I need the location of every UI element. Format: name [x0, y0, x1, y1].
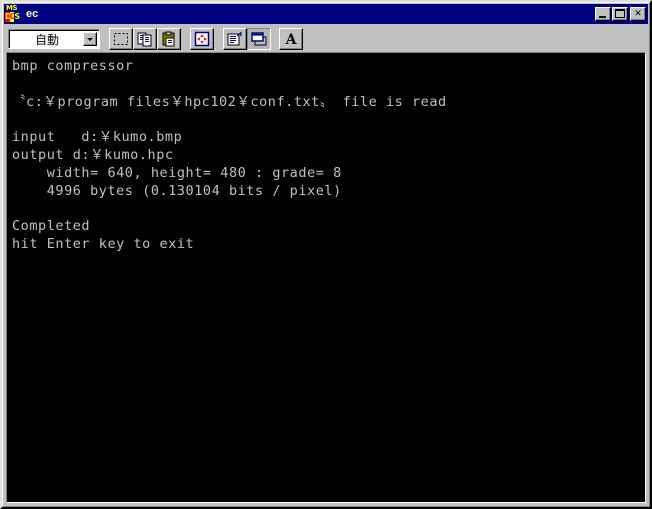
fullscreen-icon [194, 31, 210, 47]
msdos-icon-ms-text: MS [6, 4, 18, 12]
close-icon: ✕ [634, 8, 642, 19]
copy-button[interactable] [133, 28, 157, 50]
toolbar-group-window [223, 28, 271, 50]
minimize-icon [599, 16, 606, 18]
window-title: ec [26, 8, 39, 20]
close-button[interactable]: ✕ [630, 7, 646, 21]
full-screen-button[interactable] [190, 28, 214, 50]
font-button[interactable]: A [279, 28, 303, 50]
paste-icon [162, 31, 175, 47]
background-icon [251, 32, 267, 46]
console-text: bmp compressor 〝c:￥program files￥hpc102￥… [12, 58, 447, 252]
msdos-icon[interactable]: MS D O S [5, 5, 23, 23]
paste-button[interactable] [157, 28, 181, 50]
minimize-button[interactable] [595, 7, 611, 21]
console-frame: bmp compressor 〝c:￥program files￥hpc102￥… [6, 52, 646, 503]
toolbar-group-view [190, 28, 214, 50]
msdos-prompt-window: MS D O S ec ✕ 自動 A bmp compressor 〝c:￥pr… [0, 0, 652, 509]
font-a-icon: A [285, 32, 298, 47]
properties-button[interactable] [223, 28, 247, 50]
svg-text:A: A [285, 32, 298, 47]
toolbar-group-font: A [279, 28, 303, 50]
toolbar: 自動 A [4, 26, 648, 52]
chevron-down-icon[interactable] [83, 32, 97, 46]
background-button[interactable] [247, 28, 271, 50]
copy-icon [137, 32, 152, 47]
maximize-button[interactable] [612, 7, 628, 21]
console-output-area[interactable]: bmp compressor 〝c:￥program files￥hpc102￥… [8, 54, 644, 501]
mark-icon [114, 33, 128, 45]
toolbar-group-clipboard [109, 28, 181, 50]
maximize-icon [615, 9, 625, 18]
title-bar[interactable]: MS D O S ec ✕ [4, 4, 648, 24]
window-controls: ✕ [595, 7, 646, 21]
msdos-icon-block-s: S [14, 12, 21, 22]
font-size-select[interactable]: 自動 [8, 29, 100, 49]
mark-button[interactable] [109, 28, 133, 50]
msdos-icon-blocks: D O S [5, 12, 21, 22]
properties-icon [227, 31, 242, 46]
